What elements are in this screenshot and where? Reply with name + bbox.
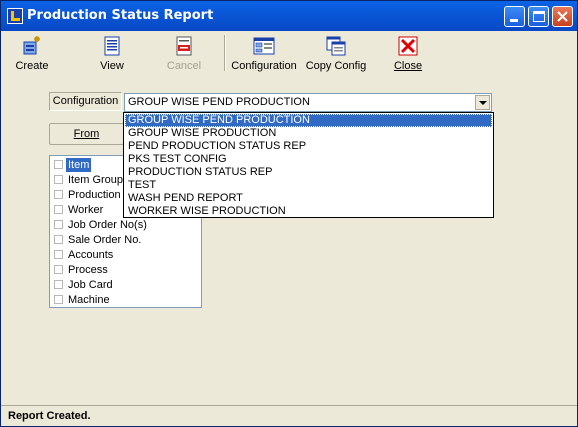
close-window-button[interactable] <box>552 6 573 27</box>
dropdown-option[interactable]: WASH PEND REPORT <box>125 192 492 205</box>
checkbox[interactable] <box>54 295 63 304</box>
checkbox[interactable] <box>54 265 63 274</box>
configuration-button[interactable]: Configuration <box>229 33 299 73</box>
from-button-label: From <box>73 128 100 140</box>
dropdown-arrow-button[interactable] <box>475 95 490 110</box>
status-text: Report Created. <box>8 410 91 422</box>
close-icon <box>557 11 568 22</box>
close-button[interactable]: Close <box>385 33 431 73</box>
dropdown-option[interactable]: GROUP WISE PEND PRODUCTION <box>125 114 492 127</box>
cancel-button[interactable]: Cancel <box>161 33 207 73</box>
configuration-label: Configuration <box>231 60 297 72</box>
field-label: Item Group <box>68 174 124 186</box>
status-bar: Report Created. <box>1 405 577 426</box>
dropdown-option[interactable]: PRODUCTION STATUS REP <box>125 166 492 179</box>
dropdown-option[interactable]: PKS TEST CONFIG <box>125 153 492 166</box>
checkbox[interactable] <box>54 220 63 229</box>
app-icon <box>7 8 23 24</box>
create-label: Create <box>15 60 49 72</box>
checkbox[interactable] <box>54 190 63 199</box>
field-label: Job Card <box>68 279 113 291</box>
toolbar: Create View Cancel Configuration Copy Co… <box>1 31 577 76</box>
dropdown-option[interactable]: PEND PRODUCTION STATUS REP <box>125 140 492 153</box>
create-report-icon <box>23 36 40 55</box>
close-red-x-icon <box>398 36 418 56</box>
maximize-button[interactable] <box>528 6 549 27</box>
view-button[interactable]: View <box>89 33 135 73</box>
cancel-label: Cancel <box>166 60 202 72</box>
view-label: View <box>100 60 124 72</box>
checkbox[interactable] <box>54 205 63 214</box>
from-button[interactable]: From <box>49 123 124 145</box>
checkbox[interactable] <box>54 175 63 184</box>
field-label: Sale Order No. <box>68 234 142 246</box>
configuration-selected-value: GROUP WISE PEND PRODUCTION <box>128 96 310 108</box>
field-item[interactable]: Process <box>52 263 200 277</box>
field-item[interactable]: Sale Order No. <box>52 233 200 247</box>
checkbox[interactable] <box>54 235 63 244</box>
configuration-icon <box>253 37 275 55</box>
field-item[interactable]: Machine <box>52 293 200 307</box>
checkbox[interactable] <box>54 280 63 289</box>
configuration-dropdown-list[interactable]: GROUP WISE PEND PRODUCTION GROUP WISE PR… <box>123 112 494 218</box>
field-label: Item <box>66 158 92 172</box>
configuration-field-label: Configuration <box>49 92 122 111</box>
dropdown-option[interactable]: TEST <box>125 179 492 192</box>
view-report-icon <box>104 36 120 56</box>
maximize-icon <box>533 11 545 22</box>
configuration-select[interactable]: GROUP WISE PEND PRODUCTION <box>124 93 492 112</box>
copy-config-icon <box>326 36 346 56</box>
field-label: Worker <box>68 204 104 216</box>
field-label: Job Order No(s) <box>68 219 147 231</box>
field-label: Machine <box>68 294 110 306</box>
window-title: Production Status Report <box>27 8 214 23</box>
checkbox[interactable] <box>54 250 63 259</box>
copy-config-label: Copy Config <box>305 60 367 72</box>
toolbar-separator <box>224 35 226 71</box>
checkbox[interactable] <box>54 160 63 169</box>
minimize-icon <box>510 19 518 22</box>
title-bar[interactable]: Production Status Report <box>1 1 577 31</box>
minimize-button[interactable] <box>504 6 525 27</box>
field-label: Production L <box>68 189 130 201</box>
field-item[interactable]: Accounts <box>52 248 200 262</box>
field-item[interactable]: Job Order No(s) <box>52 218 200 232</box>
copy-config-button[interactable]: Copy Config <box>305 33 367 73</box>
close-label: Close <box>385 60 431 72</box>
close-label-text: Close <box>393 60 423 72</box>
field-label: Process <box>68 264 108 276</box>
create-button[interactable]: Create <box>9 33 55 73</box>
chevron-down-icon <box>479 101 487 105</box>
field-label: Accounts <box>68 249 114 261</box>
field-item[interactable]: Job Card <box>52 278 200 292</box>
stop-report-icon <box>176 36 192 56</box>
dropdown-option[interactable]: WORKER WISE PRODUCTION <box>125 205 492 218</box>
report-window: Production Status Report Create View Can… <box>0 0 578 427</box>
dropdown-option[interactable]: GROUP WISE PRODUCTION <box>125 127 492 140</box>
